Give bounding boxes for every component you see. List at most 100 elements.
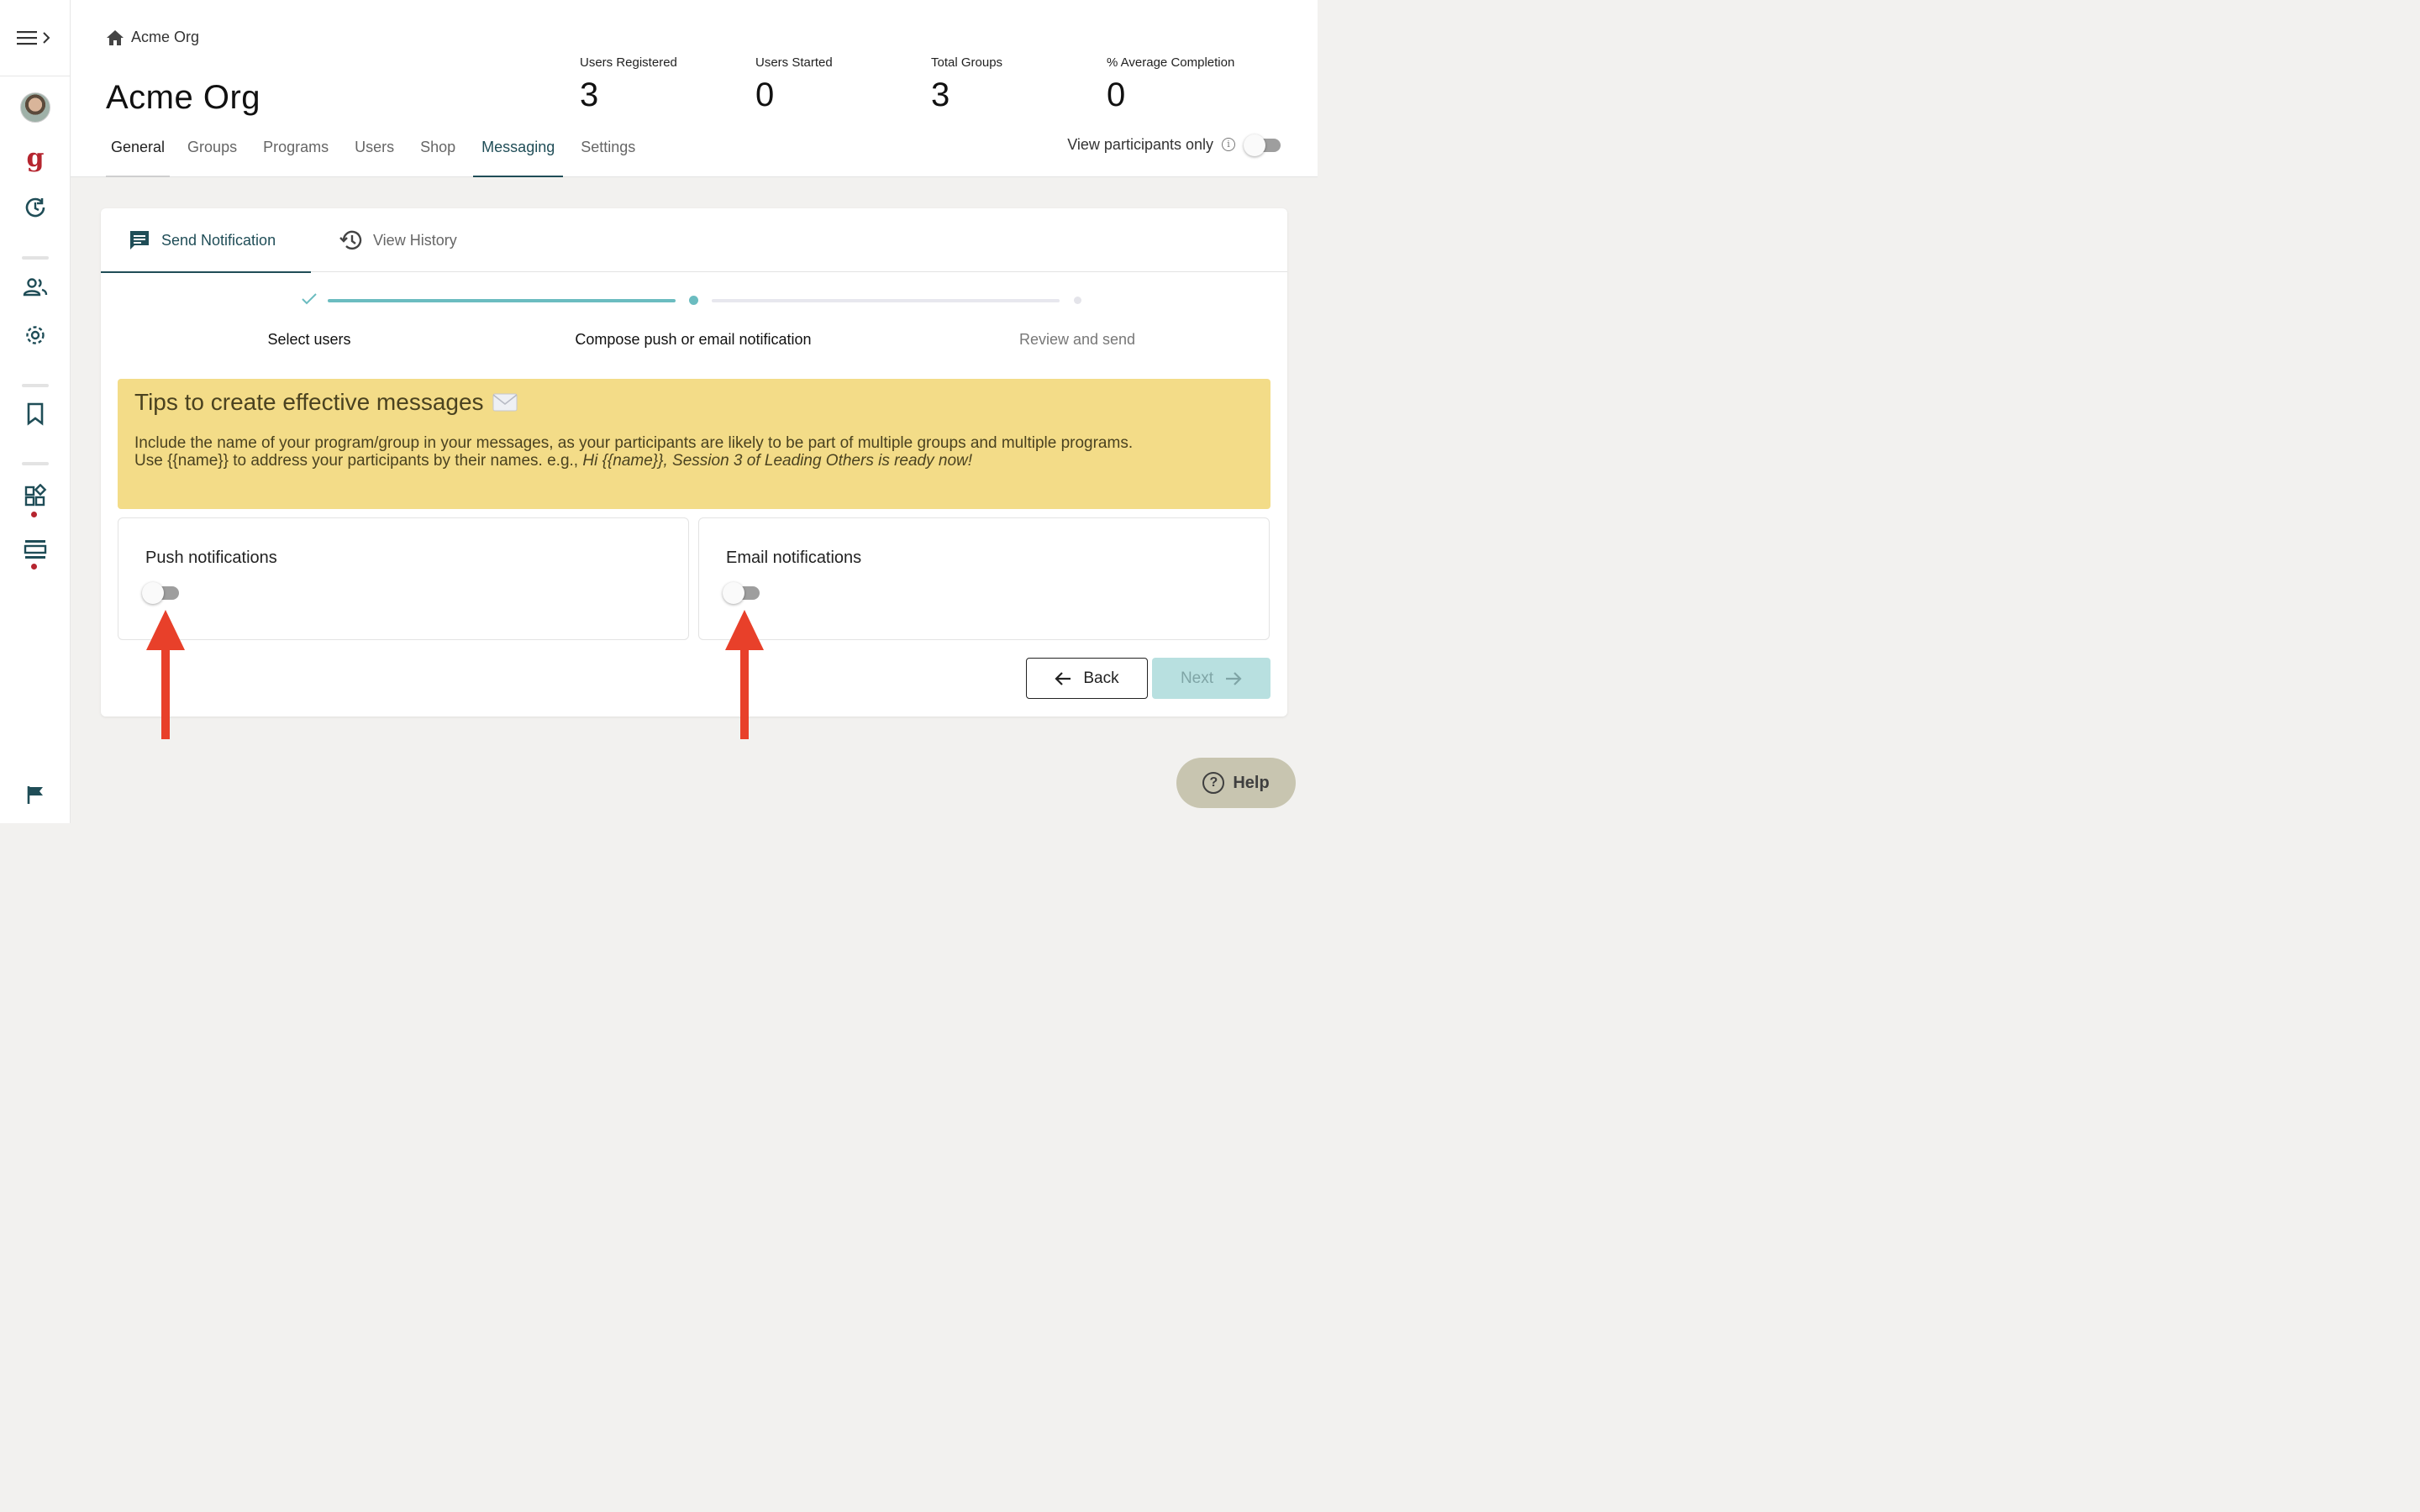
progress-line-pending xyxy=(712,299,1060,302)
next-step-dot xyxy=(1074,297,1081,304)
page-title: Acme Org xyxy=(106,79,261,116)
next-button-label: Next xyxy=(1180,669,1214,687)
avatar xyxy=(20,92,50,123)
tips-title-text: Tips to create effective messages xyxy=(134,389,484,415)
tab-settings[interactable]: Settings xyxy=(572,128,644,177)
messaging-tabs: Send Notification View History xyxy=(101,208,1287,273)
email-notifications-toggle[interactable] xyxy=(723,582,761,604)
progress-line-complete xyxy=(328,299,676,302)
rail-separator xyxy=(22,256,49,260)
widgets-icon xyxy=(24,484,47,507)
stat-total-groups: Total Groups 3 xyxy=(931,55,1002,114)
tab-messaging[interactable]: Messaging xyxy=(473,128,564,177)
chevron-right-icon xyxy=(43,32,50,44)
stat-label: Users Registered xyxy=(580,55,677,70)
stat-value: 3 xyxy=(931,76,950,113)
stat-users-started: Users Started 0 xyxy=(755,55,833,114)
recent-activity-button[interactable] xyxy=(18,191,52,224)
stat-label: Users Started xyxy=(755,55,833,70)
annotation-arrow-icon xyxy=(725,610,764,739)
push-notifications-toggle[interactable] xyxy=(142,582,181,604)
layout-button[interactable] xyxy=(18,533,52,566)
view-participants-label: View participants only xyxy=(1067,135,1213,153)
settings-button[interactable] xyxy=(18,318,52,352)
toggle-knob xyxy=(142,582,164,604)
tab-groups[interactable]: Groups xyxy=(179,128,245,177)
tips-line-1: Include the name of your program/group i… xyxy=(134,434,1134,452)
tips-body: Include the name of your program/group i… xyxy=(134,434,1254,470)
tab-send-label: Send Notification xyxy=(161,231,276,249)
email-notifications-label: Email notifications xyxy=(726,549,862,567)
message-icon xyxy=(130,231,149,249)
tab-programs[interactable]: Programs xyxy=(255,128,337,177)
view-participants-toggle[interactable] xyxy=(1244,134,1282,156)
stat-value: 0 xyxy=(1107,76,1126,113)
people-button[interactable] xyxy=(18,270,52,304)
help-button[interactable]: ? Help xyxy=(1176,758,1296,808)
flag-icon xyxy=(27,786,43,804)
email-notifications-panel: Email notifications xyxy=(698,517,1270,640)
tab-history-label: View History xyxy=(373,231,457,249)
check-icon xyxy=(302,293,317,305)
tab-view-history[interactable]: View History xyxy=(338,208,457,272)
widgets-button[interactable] xyxy=(18,479,52,512)
back-button[interactable]: Back xyxy=(1026,658,1148,699)
tips-line-2-prefix: Use {{name}} to address your participant… xyxy=(134,452,583,470)
rail-separator xyxy=(22,384,49,387)
bookmark-icon xyxy=(27,402,44,426)
tab-users[interactable]: Users xyxy=(346,128,402,177)
push-notifications-panel: Push notifications xyxy=(118,517,689,640)
left-rail: g xyxy=(0,0,71,823)
hamburger-icon xyxy=(17,31,37,45)
breadcrumb-label: Acme Org xyxy=(131,29,200,45)
history-icon xyxy=(339,230,362,250)
people-icon xyxy=(23,278,48,297)
arrow-left-icon xyxy=(1055,671,1071,685)
tab-shop[interactable]: Shop xyxy=(412,128,464,177)
annotation-arrow-icon xyxy=(146,610,185,739)
stat-value: 0 xyxy=(755,76,775,113)
arrow-right-icon xyxy=(1226,671,1242,685)
tips-example: Hi {{name}}, Session 3 of Leading Others… xyxy=(582,452,973,470)
step-label-compose: Compose push or email notification xyxy=(575,331,812,348)
home-icon xyxy=(107,29,124,45)
org-header: Acme Org Acme Org Users Registered 3 Use… xyxy=(71,0,1318,177)
next-button[interactable]: Next xyxy=(1152,658,1270,699)
tips-banner: Tips to create effective messages Includ… xyxy=(118,379,1270,509)
svg-text:g: g xyxy=(27,146,45,173)
toggle-knob xyxy=(1244,134,1265,156)
history-clock-icon xyxy=(25,197,45,218)
stat-average-completion: % Average Completion 0 xyxy=(1107,55,1234,114)
breadcrumb[interactable]: Acme Org xyxy=(106,29,199,46)
stat-value: 3 xyxy=(580,76,599,113)
view-participants-control: View participants only i xyxy=(1067,134,1282,156)
rail-separator xyxy=(22,462,49,465)
notification-dot xyxy=(31,512,37,517)
org-tabs: General Groups Programs Users Shop Messa… xyxy=(106,128,653,177)
tips-line-2: Use {{name}} to address your participant… xyxy=(134,452,1254,470)
stat-label: Total Groups xyxy=(931,55,1003,70)
brand-g-logo-icon: g xyxy=(27,146,45,173)
stat-users-registered: Users Registered 3 xyxy=(580,55,677,114)
help-label: Help xyxy=(1233,773,1270,792)
tips-title: Tips to create effective messages xyxy=(134,389,1254,416)
tab-general[interactable]: General xyxy=(106,128,171,177)
info-icon[interactable]: i xyxy=(1222,138,1235,151)
step-label-review: Review and send xyxy=(1018,331,1136,348)
current-step-dot xyxy=(689,296,698,305)
tab-send-notification[interactable]: Send Notification xyxy=(101,208,311,273)
push-notifications-label: Push notifications xyxy=(145,549,277,567)
help-question-icon: ? xyxy=(1202,772,1225,794)
avatar-button[interactable] xyxy=(18,91,52,124)
stat-label: % Average Completion xyxy=(1107,55,1235,70)
bookmarks-button[interactable] xyxy=(18,397,52,431)
messaging-card: Send Notification View History Select us… xyxy=(101,208,1287,717)
gear-icon xyxy=(26,326,45,344)
view-agenda-icon xyxy=(24,540,47,559)
notification-dot xyxy=(31,564,37,570)
envelope-icon xyxy=(492,393,518,412)
brand-logo-button[interactable]: g xyxy=(18,144,52,177)
stepper: Select users Compose push or email notif… xyxy=(101,292,1287,360)
report-button[interactable] xyxy=(18,778,52,811)
expand-menu-button[interactable] xyxy=(17,27,55,49)
